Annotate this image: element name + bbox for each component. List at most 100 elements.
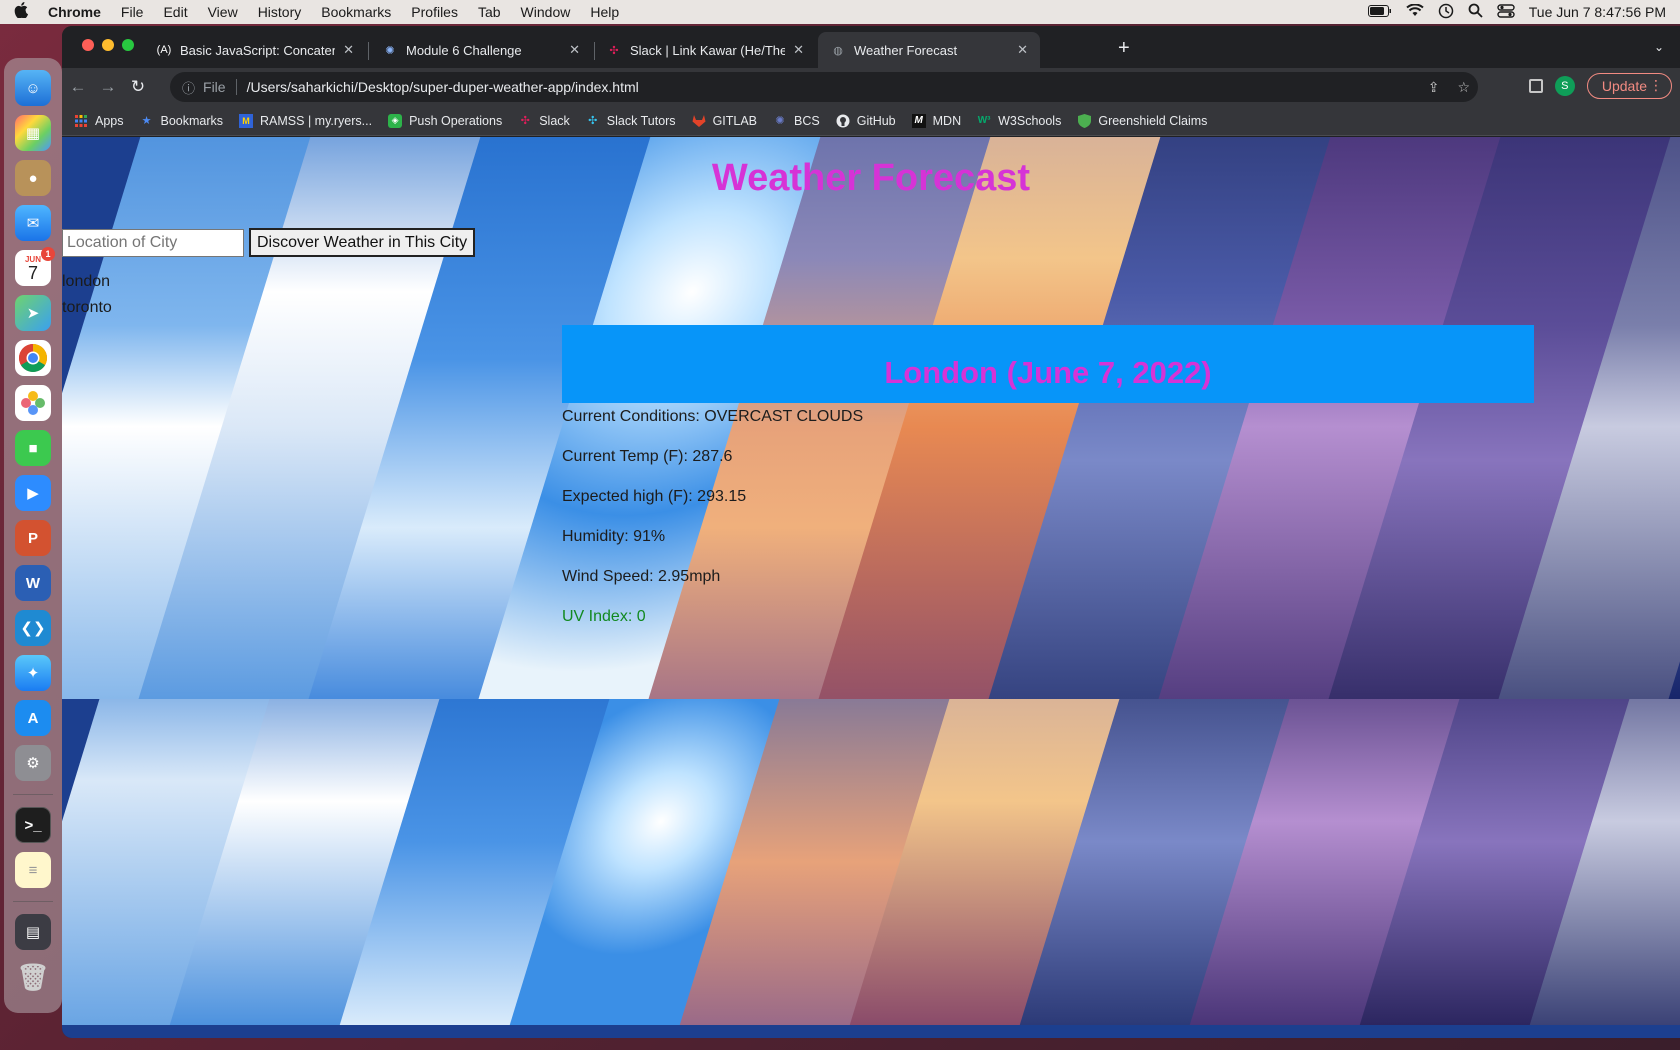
bookmark-label: BCS (794, 113, 820, 128)
window-controls (82, 39, 134, 51)
menu-help[interactable]: Help (590, 4, 619, 20)
tab-weather-forecast[interactable]: ◍ Weather Forecast ✕ (818, 32, 1040, 68)
bookmark-greenshield[interactable]: Greenshield Claims (1077, 113, 1208, 128)
facetime-icon[interactable]: ■ (15, 430, 51, 466)
humidity: Humidity: 91% (562, 528, 666, 545)
finder-icon[interactable]: ☺ (15, 70, 51, 106)
dock-separator (13, 794, 53, 795)
bookmark-slack-tutors[interactable]: ✣ Slack Tutors (586, 114, 675, 128)
bookmark-label: MDN (932, 113, 962, 128)
bookmark-gitlab[interactable]: GITLAB (692, 114, 757, 128)
bookmark-ramss[interactable]: M RAMSS | my.ryers... (239, 113, 373, 128)
history-item-toronto[interactable]: toronto (62, 298, 112, 324)
word-icon[interactable]: W (15, 565, 51, 601)
apple-menu-icon[interactable] (14, 1, 28, 23)
slack-icon: ✣ (588, 115, 598, 127)
bookmark-slack[interactable]: ✣ Slack (518, 114, 570, 128)
menu-app-name[interactable]: Chrome (48, 4, 101, 20)
url-text[interactable]: /Users/saharkichi/Desktop/super-duper-we… (247, 79, 639, 95)
slack-icon: ✣ (520, 115, 530, 127)
tab-slack[interactable]: ✣ Slack | Link Kawar (He/They) | ✕ (594, 32, 816, 68)
bookmark-label: Push Operations (409, 113, 503, 128)
battery-icon[interactable] (1367, 4, 1392, 20)
control-center-icon[interactable] (1497, 3, 1515, 21)
menu-edit[interactable]: Edit (163, 4, 187, 20)
address-bar[interactable]: ⓘ File /Users/saharkichi/Desktop/super-d… (170, 72, 1478, 102)
toolbar-right: S Update ⋮ (1528, 73, 1672, 99)
bookmark-label: RAMSS | my.ryers... (260, 113, 373, 128)
discover-weather-button[interactable]: Discover Weather in This City (249, 228, 476, 257)
launchpad-icon[interactable]: ▦ (15, 115, 51, 151)
notes-icon[interactable]: ≡ (15, 852, 51, 888)
menu-history[interactable]: History (258, 4, 302, 20)
menu-bookmarks[interactable]: Bookmarks (321, 4, 391, 20)
uv-index: UV Index: 0 (562, 608, 646, 625)
recent-document-icon[interactable]: ▤ (15, 914, 51, 950)
back-arrow-icon[interactable]: ← (68, 77, 88, 97)
more-menu-icon[interactable]: ⋮ (1649, 77, 1663, 94)
tab-separator (368, 42, 369, 60)
photos-icon[interactable] (15, 385, 51, 421)
close-window-button[interactable] (82, 39, 94, 51)
menu-window[interactable]: Window (521, 4, 571, 20)
bookmark-mdn[interactable]: M MDN (911, 113, 962, 128)
menu-file[interactable]: File (121, 4, 144, 20)
trash-icon[interactable]: 🗑 (15, 959, 51, 995)
share-icon[interactable]: ⇪ (1428, 79, 1440, 96)
bookmark-apps[interactable]: Apps (74, 114, 124, 128)
forward-arrow-icon[interactable]: → (98, 77, 118, 97)
zoom-window-button[interactable] (122, 39, 134, 51)
minimize-window-button[interactable] (102, 39, 114, 51)
app-store-icon[interactable]: A (15, 700, 51, 736)
close-tab-icon[interactable]: ✕ (793, 42, 804, 58)
calendar-icon[interactable]: JUN 7 1 (15, 247, 55, 286)
tab-basic-javascript[interactable]: (A) Basic JavaScript: Concatenatin ✕ (144, 32, 366, 68)
system-preferences-icon[interactable]: ⚙ (15, 745, 51, 781)
menu-tab[interactable]: Tab (478, 4, 501, 20)
bookmark-label: Bookmarks (160, 113, 224, 128)
tab-title: Weather Forecast (854, 42, 958, 58)
new-tab-button[interactable]: + (1118, 38, 1130, 58)
contacts-icon[interactable]: ● (15, 160, 51, 196)
menu-status-area: Tue Jun 7 8:47:56 PM (1367, 0, 1666, 24)
close-tab-icon[interactable]: ✕ (569, 42, 580, 58)
safari-icon[interactable]: ✦ (15, 655, 51, 691)
time-machine-icon[interactable] (1438, 3, 1454, 22)
bookmark-label: Greenshield Claims (1098, 113, 1208, 128)
star-icon: ★ (141, 115, 152, 127)
bookmark-push-operations[interactable]: ◈ Push Operations (388, 113, 503, 128)
site-info-icon[interactable]: ⓘ (182, 78, 195, 97)
tab-search-chevron-icon[interactable]: ⌄ (1654, 40, 1664, 54)
zoom-icon[interactable]: ▶ (15, 475, 51, 511)
update-button[interactable]: Update ⋮ (1586, 73, 1672, 99)
terminal-icon[interactable]: >_ (15, 807, 51, 843)
chrome-icon[interactable] (15, 340, 51, 376)
side-panel-icon[interactable] (1528, 79, 1543, 93)
menu-view[interactable]: View (208, 4, 238, 20)
bookmark-bcs[interactable]: ✺ BCS (773, 113, 820, 128)
wifi-icon[interactable] (1406, 3, 1424, 20)
mail-icon[interactable]: ✉ (15, 205, 51, 241)
history-item-london[interactable]: london (62, 272, 112, 298)
spotlight-search-icon[interactable] (1468, 3, 1483, 21)
close-tab-icon[interactable]: ✕ (343, 42, 354, 58)
profile-avatar[interactable]: S (1554, 76, 1575, 96)
powerpoint-icon[interactable]: P (15, 520, 51, 556)
github-icon (836, 114, 850, 128)
bcs-icon: ✺ (775, 115, 785, 127)
maps-icon[interactable]: ➤ (15, 295, 51, 331)
menu-clock[interactable]: Tue Jun 7 8:47:56 PM (1529, 4, 1666, 20)
tab-module-6[interactable]: ✺ Module 6 Challenge ✕ (370, 32, 592, 68)
bookmark-github[interactable]: GitHub (836, 114, 896, 128)
menu-profiles[interactable]: Profiles (411, 4, 458, 20)
city-search-input[interactable] (62, 228, 244, 257)
vscode-icon[interactable]: ❮❯ (15, 610, 51, 646)
bookmark-star-icon[interactable]: ☆ (1457, 79, 1470, 96)
close-tab-icon[interactable]: ✕ (1017, 42, 1028, 58)
bookmark-bookmarks[interactable]: ★ Bookmarks (140, 113, 224, 128)
tab-title: Slack | Link Kawar (He/They) | (630, 42, 786, 58)
update-label: Update (1601, 78, 1647, 94)
reload-icon[interactable]: ↻ (128, 77, 148, 97)
url-scheme: File (203, 79, 237, 95)
bookmark-w3schools[interactable]: W³ W3Schools (977, 114, 1062, 128)
